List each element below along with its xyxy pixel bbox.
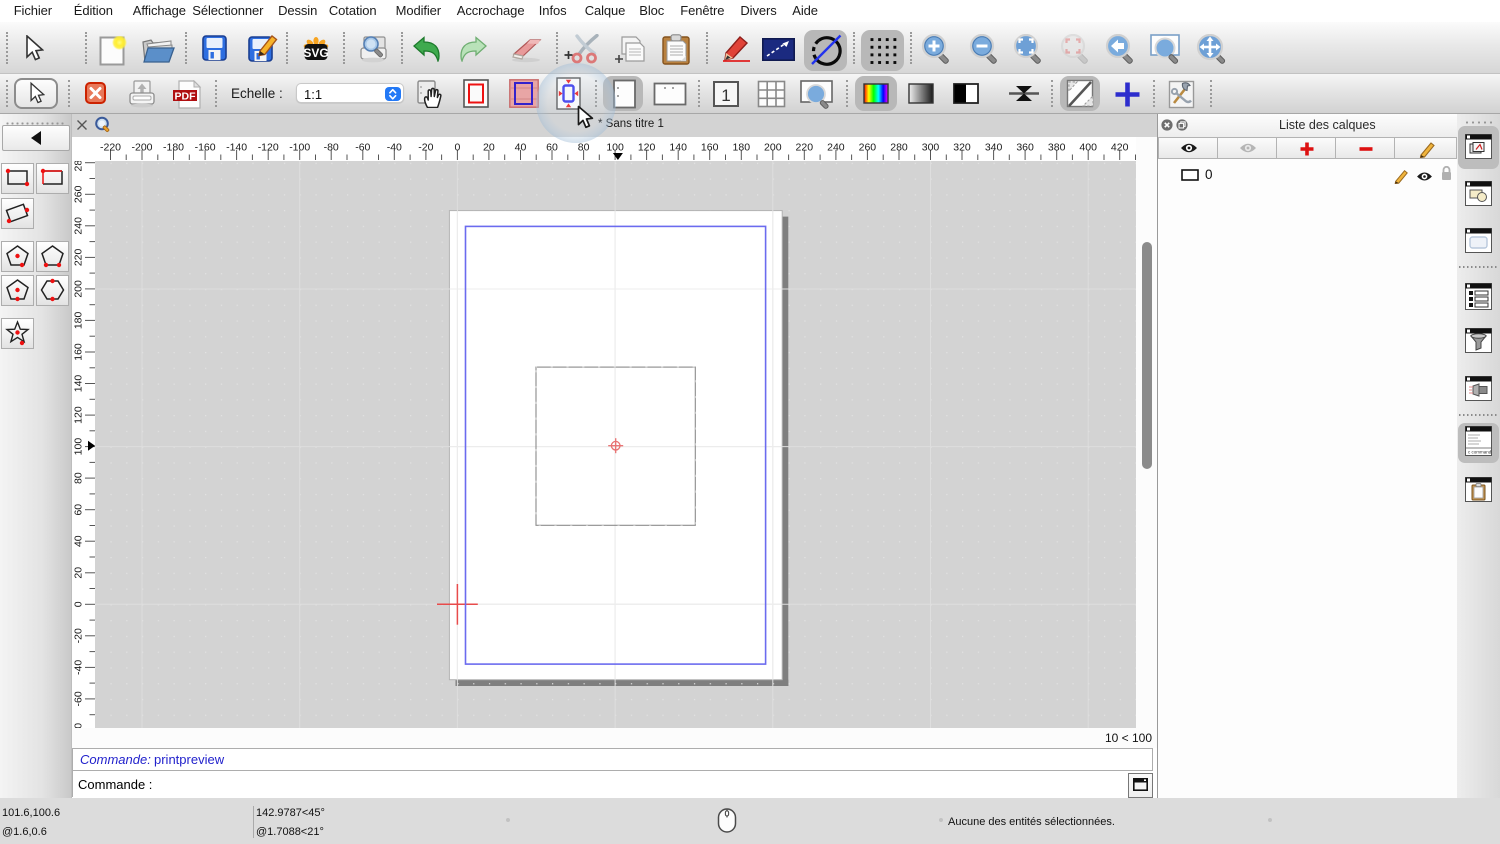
svg-text:200: 200 (764, 142, 782, 154)
svg-text:280: 280 (890, 142, 908, 154)
svg-text:SVG: SVG (303, 46, 328, 60)
svg-text:-220: -220 (100, 142, 121, 154)
svg-text:c command: c command (1468, 450, 1492, 455)
svg-text:-20: -20 (73, 628, 85, 643)
svg-text:160: 160 (701, 142, 719, 154)
svg-text:40: 40 (515, 142, 527, 154)
svg-text:400: 400 (1079, 142, 1097, 154)
svg-text:-40: -40 (73, 660, 85, 675)
svg-text:0: 0 (454, 142, 460, 154)
svg-text:20: 20 (483, 142, 495, 154)
svg-text:60: 60 (546, 142, 558, 154)
svg-text:140: 140 (669, 142, 687, 154)
svg-text:-60: -60 (355, 142, 370, 154)
svg-text:-200: -200 (131, 142, 152, 154)
svg-text:120: 120 (638, 142, 656, 154)
svg-text:-80: -80 (324, 142, 339, 154)
svg-text:1: 1 (721, 86, 730, 105)
svg-text:60: 60 (73, 504, 85, 516)
svg-text:300: 300 (922, 142, 940, 154)
svg-text:-40: -40 (387, 142, 402, 154)
svg-text:280: 280 (73, 161, 85, 171)
svg-text:220: 220 (796, 142, 814, 154)
svg-text:180: 180 (73, 311, 85, 329)
svg-text:240: 240 (827, 142, 845, 154)
svg-text:340: 340 (985, 142, 1003, 154)
svg-text:360: 360 (1016, 142, 1034, 154)
svg-text:-140: -140 (226, 142, 247, 154)
svg-text:PDF: PDF (175, 90, 197, 102)
svg-text:260: 260 (73, 185, 85, 203)
svg-text:-120: -120 (258, 142, 279, 154)
svg-text:-60: -60 (73, 691, 85, 706)
svg-text:200: 200 (73, 280, 85, 298)
svg-text:-100: -100 (289, 142, 310, 154)
svg-text:-20: -20 (418, 142, 433, 154)
svg-text:160: 160 (73, 343, 85, 361)
svg-text:140: 140 (73, 375, 85, 393)
svg-text:80: 80 (73, 472, 85, 484)
svg-text:320: 320 (953, 142, 971, 154)
svg-text:80: 80 (578, 142, 590, 154)
svg-text:180: 180 (733, 142, 751, 154)
svg-text:-160: -160 (195, 142, 216, 154)
svg-text:220: 220 (73, 248, 85, 266)
svg-text:0: 0 (73, 601, 85, 607)
svg-text:260: 260 (859, 142, 877, 154)
svg-text:40: 40 (73, 535, 85, 547)
svg-text:20: 20 (73, 567, 85, 579)
svg-text:120: 120 (73, 406, 85, 424)
svg-text:240: 240 (73, 217, 85, 235)
svg-text:100: 100 (606, 142, 624, 154)
svg-text:380: 380 (1048, 142, 1066, 154)
svg-text:-180: -180 (163, 142, 184, 154)
svg-text:100: 100 (73, 438, 85, 456)
svg-text:420: 420 (1111, 142, 1129, 154)
